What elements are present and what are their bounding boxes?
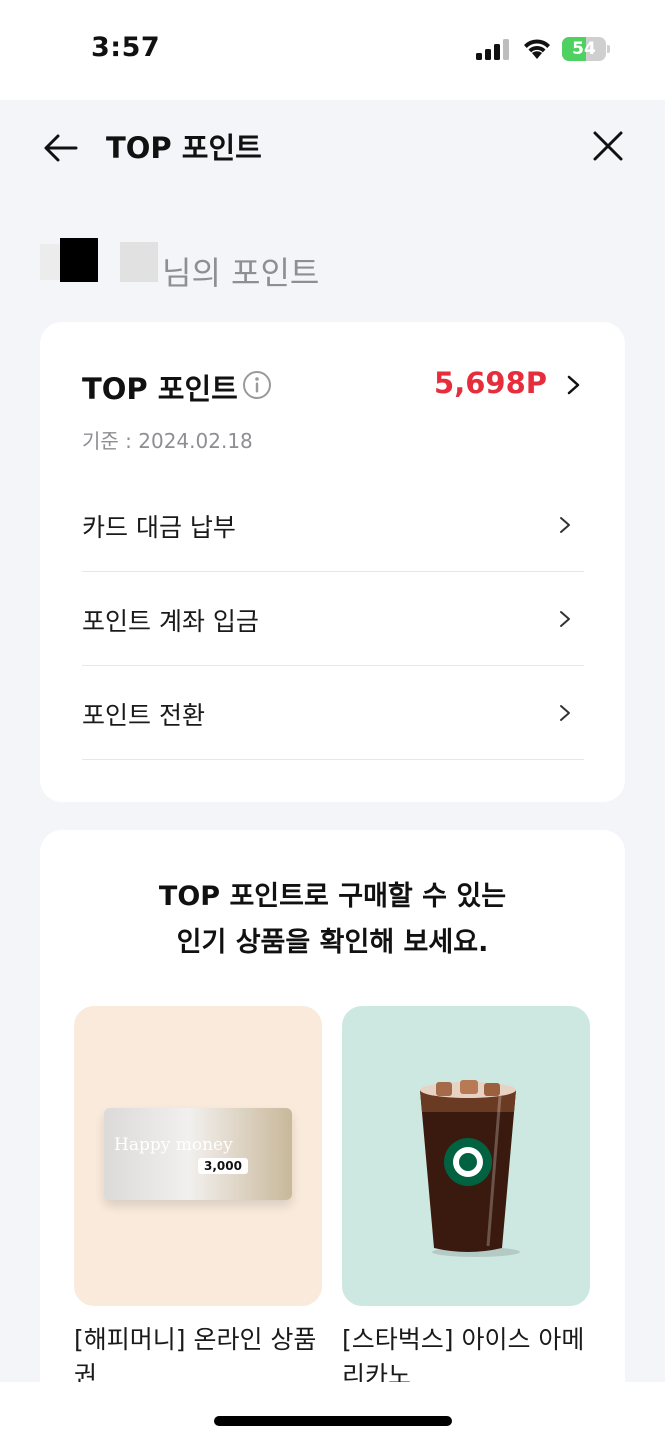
back-arrow-icon[interactable]: [40, 128, 80, 168]
points-value[interactable]: 5,698P: [434, 366, 547, 400]
menu-item-label: 포인트 계좌 입금: [82, 607, 259, 636]
cellular-signal-icon: [476, 39, 509, 60]
points-card: TOP 포인트 5,698P 기준 : 2024.02.18 카드 대금 납부 …: [40, 322, 625, 802]
menu-item-label: 포인트 전환: [82, 701, 205, 730]
points-title: TOP 포인트: [82, 372, 238, 406]
info-icon[interactable]: [242, 370, 272, 400]
promo-title-line: 인기 상품을 확인해 보세요.: [176, 927, 489, 958]
bottom-bar: [0, 1382, 665, 1440]
product-image[interactable]: Happy money 3,000: [74, 1006, 322, 1306]
menu-item-point-conversion[interactable]: 포인트 전환: [82, 666, 584, 760]
close-icon[interactable]: [590, 128, 626, 164]
page-title: TOP 포인트: [106, 131, 262, 165]
battery-percent: 54: [572, 39, 596, 59]
name-mask: [120, 242, 158, 282]
owner-suffix: 님의 포인트: [162, 254, 320, 292]
promo-title: TOP 포인트로 구매할 수 있는 인기 상품을 확인해 보세요.: [40, 874, 625, 966]
menu-item-label: 카드 대금 납부: [82, 513, 236, 542]
voucher-amount: 3,000: [198, 1158, 248, 1174]
chevron-right-icon: [560, 705, 570, 721]
gift-voucher-image: Happy money 3,000: [104, 1108, 292, 1200]
name-mask: [60, 238, 98, 282]
points-date: 기준 : 2024.02.18: [82, 429, 253, 453]
iced-coffee-image: [420, 1080, 520, 1257]
home-indicator[interactable]: [214, 1416, 452, 1426]
chevron-right-icon: [560, 517, 570, 533]
menu-item-account-deposit[interactable]: 포인트 계좌 입금: [82, 572, 584, 666]
status-bar: 3:57 54: [0, 0, 665, 100]
chevron-right-icon[interactable]: [565, 374, 583, 396]
promo-card: TOP 포인트로 구매할 수 있는 인기 상품을 확인해 보세요. Happy …: [40, 830, 625, 1440]
promo-title-line: TOP 포인트로 구매할 수 있는: [158, 881, 507, 912]
status-time: 3:57: [91, 32, 161, 63]
menu-item-card-payment[interactable]: 카드 대금 납부: [82, 478, 584, 572]
product-card-happymoney[interactable]: Happy money 3,000 [해피머니] 온라인 상품권: [74, 1006, 322, 1394]
name-mask: [40, 244, 60, 280]
wifi-icon: [524, 39, 550, 59]
product-image[interactable]: [342, 1006, 590, 1306]
product-card-starbucks[interactable]: [스타벅스] 아이스 아메리카노: [342, 1006, 590, 1394]
battery-indicator: 54: [562, 37, 610, 61]
voucher-brand-text: Happy money: [114, 1135, 233, 1155]
chevron-right-icon: [560, 611, 570, 627]
